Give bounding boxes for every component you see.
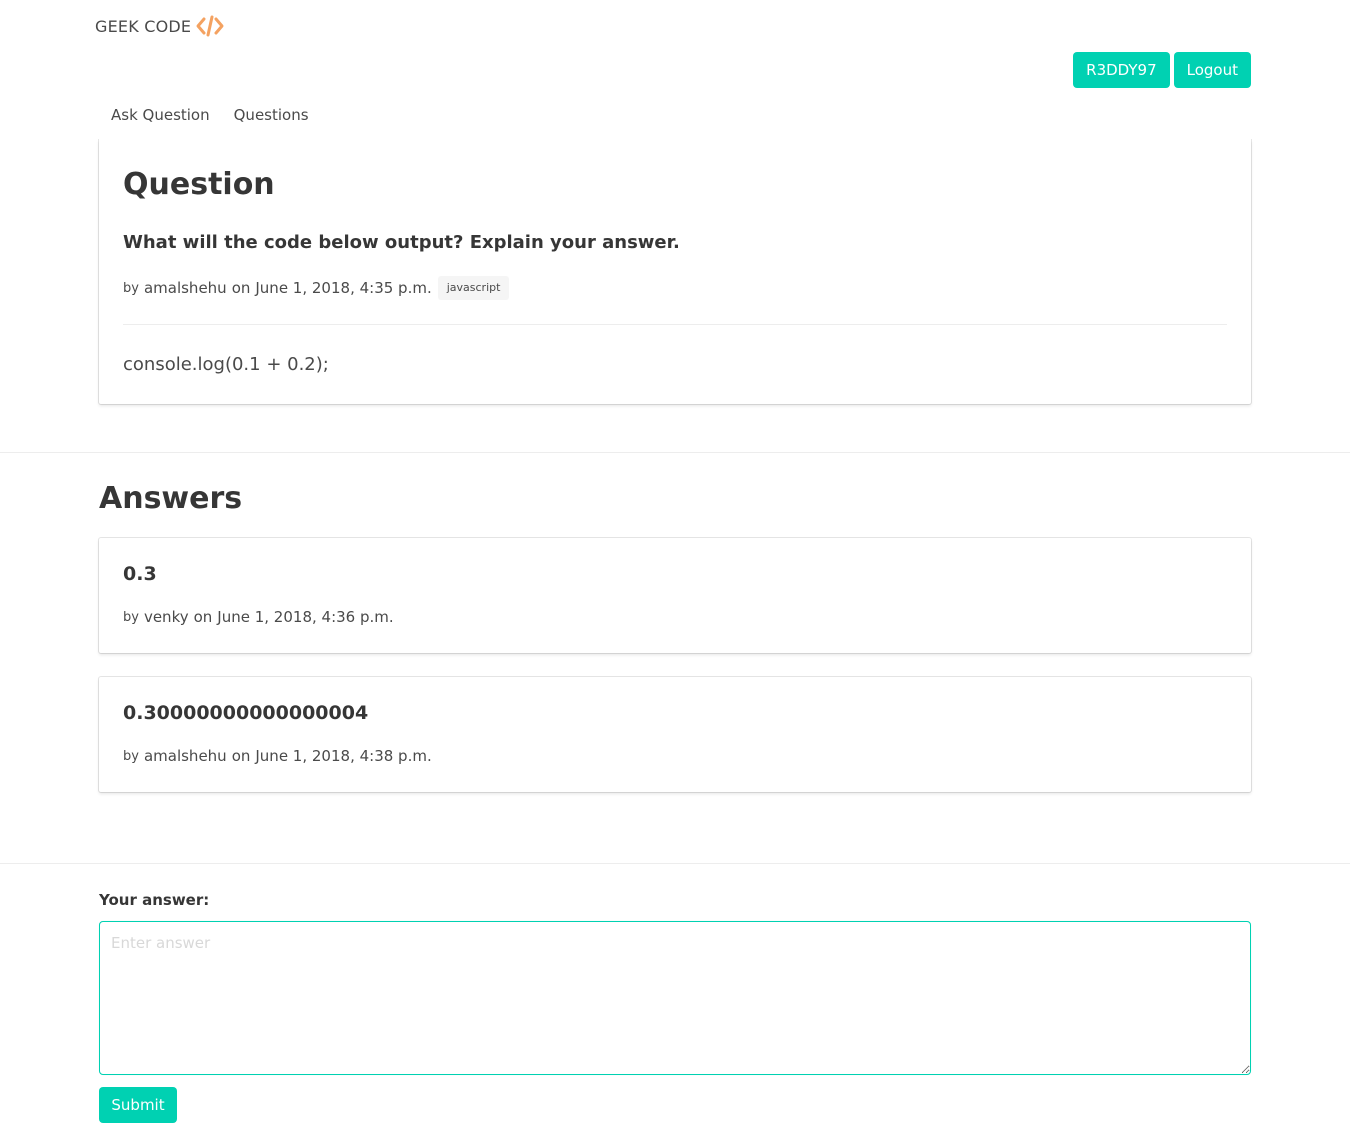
section-divider <box>0 452 1350 453</box>
by-label: by <box>123 609 139 625</box>
answer-author: venky <box>143 608 189 626</box>
answer-input[interactable] <box>99 921 1251 1075</box>
answer-meta: by amalshehu on June 1, 2018, 4:38 p.m. <box>123 745 1227 767</box>
answer-card: 0.30000000000000004 by amalshehu on June… <box>99 677 1251 792</box>
question-tag[interactable]: javascript <box>437 276 510 300</box>
main-nav: Ask Question Questions <box>99 103 321 127</box>
nav-questions[interactable]: Questions <box>222 103 321 127</box>
answer-date: June 1, 2018, 4:36 p.m. <box>217 608 394 626</box>
username-button[interactable]: R3DDY97 <box>1073 52 1170 88</box>
answers-heading: Answers <box>99 481 243 516</box>
question-card: Question What will the code below output… <box>99 138 1251 404</box>
answer-text: 0.30000000000000004 <box>123 702 369 724</box>
answer-meta: by venky on June 1, 2018, 4:36 p.m. <box>123 606 1227 628</box>
question-heading: Question <box>123 167 275 202</box>
section-divider <box>0 863 1350 864</box>
on-label: on <box>193 608 213 626</box>
submit-button[interactable]: Submit <box>99 1087 177 1123</box>
nav-ask-question[interactable]: Ask Question <box>99 103 222 127</box>
by-label: by <box>123 748 139 764</box>
question-meta: by amalshehu on June 1, 2018, 4:35 p.m. … <box>123 276 1227 300</box>
answer-form-label: Your answer: <box>99 891 210 909</box>
on-label: on <box>231 747 251 765</box>
answer-card: 0.3 by venky on June 1, 2018, 4:36 p.m. <box>99 538 1251 653</box>
question-author: amalshehu <box>143 279 227 297</box>
brand-logo[interactable]: GEEK CODE <box>95 14 225 38</box>
question-divider <box>123 324 1227 325</box>
on-label: on <box>231 279 251 297</box>
question-body: console.log(0.1 + 0.2); <box>123 354 329 375</box>
code-icon <box>196 15 224 37</box>
question-title: What will the code below output? Explain… <box>123 232 680 253</box>
answer-date: June 1, 2018, 4:38 p.m. <box>255 747 432 765</box>
user-actions: R3DDY97 Logout <box>1073 52 1251 88</box>
by-label: by <box>123 280 139 296</box>
answer-text: 0.3 <box>123 563 157 585</box>
answer-author: amalshehu <box>143 747 227 765</box>
logout-button[interactable]: Logout <box>1173 52 1251 88</box>
brand-name: GEEK CODE <box>95 16 192 36</box>
question-date: June 1, 2018, 4:35 p.m. <box>255 279 432 297</box>
